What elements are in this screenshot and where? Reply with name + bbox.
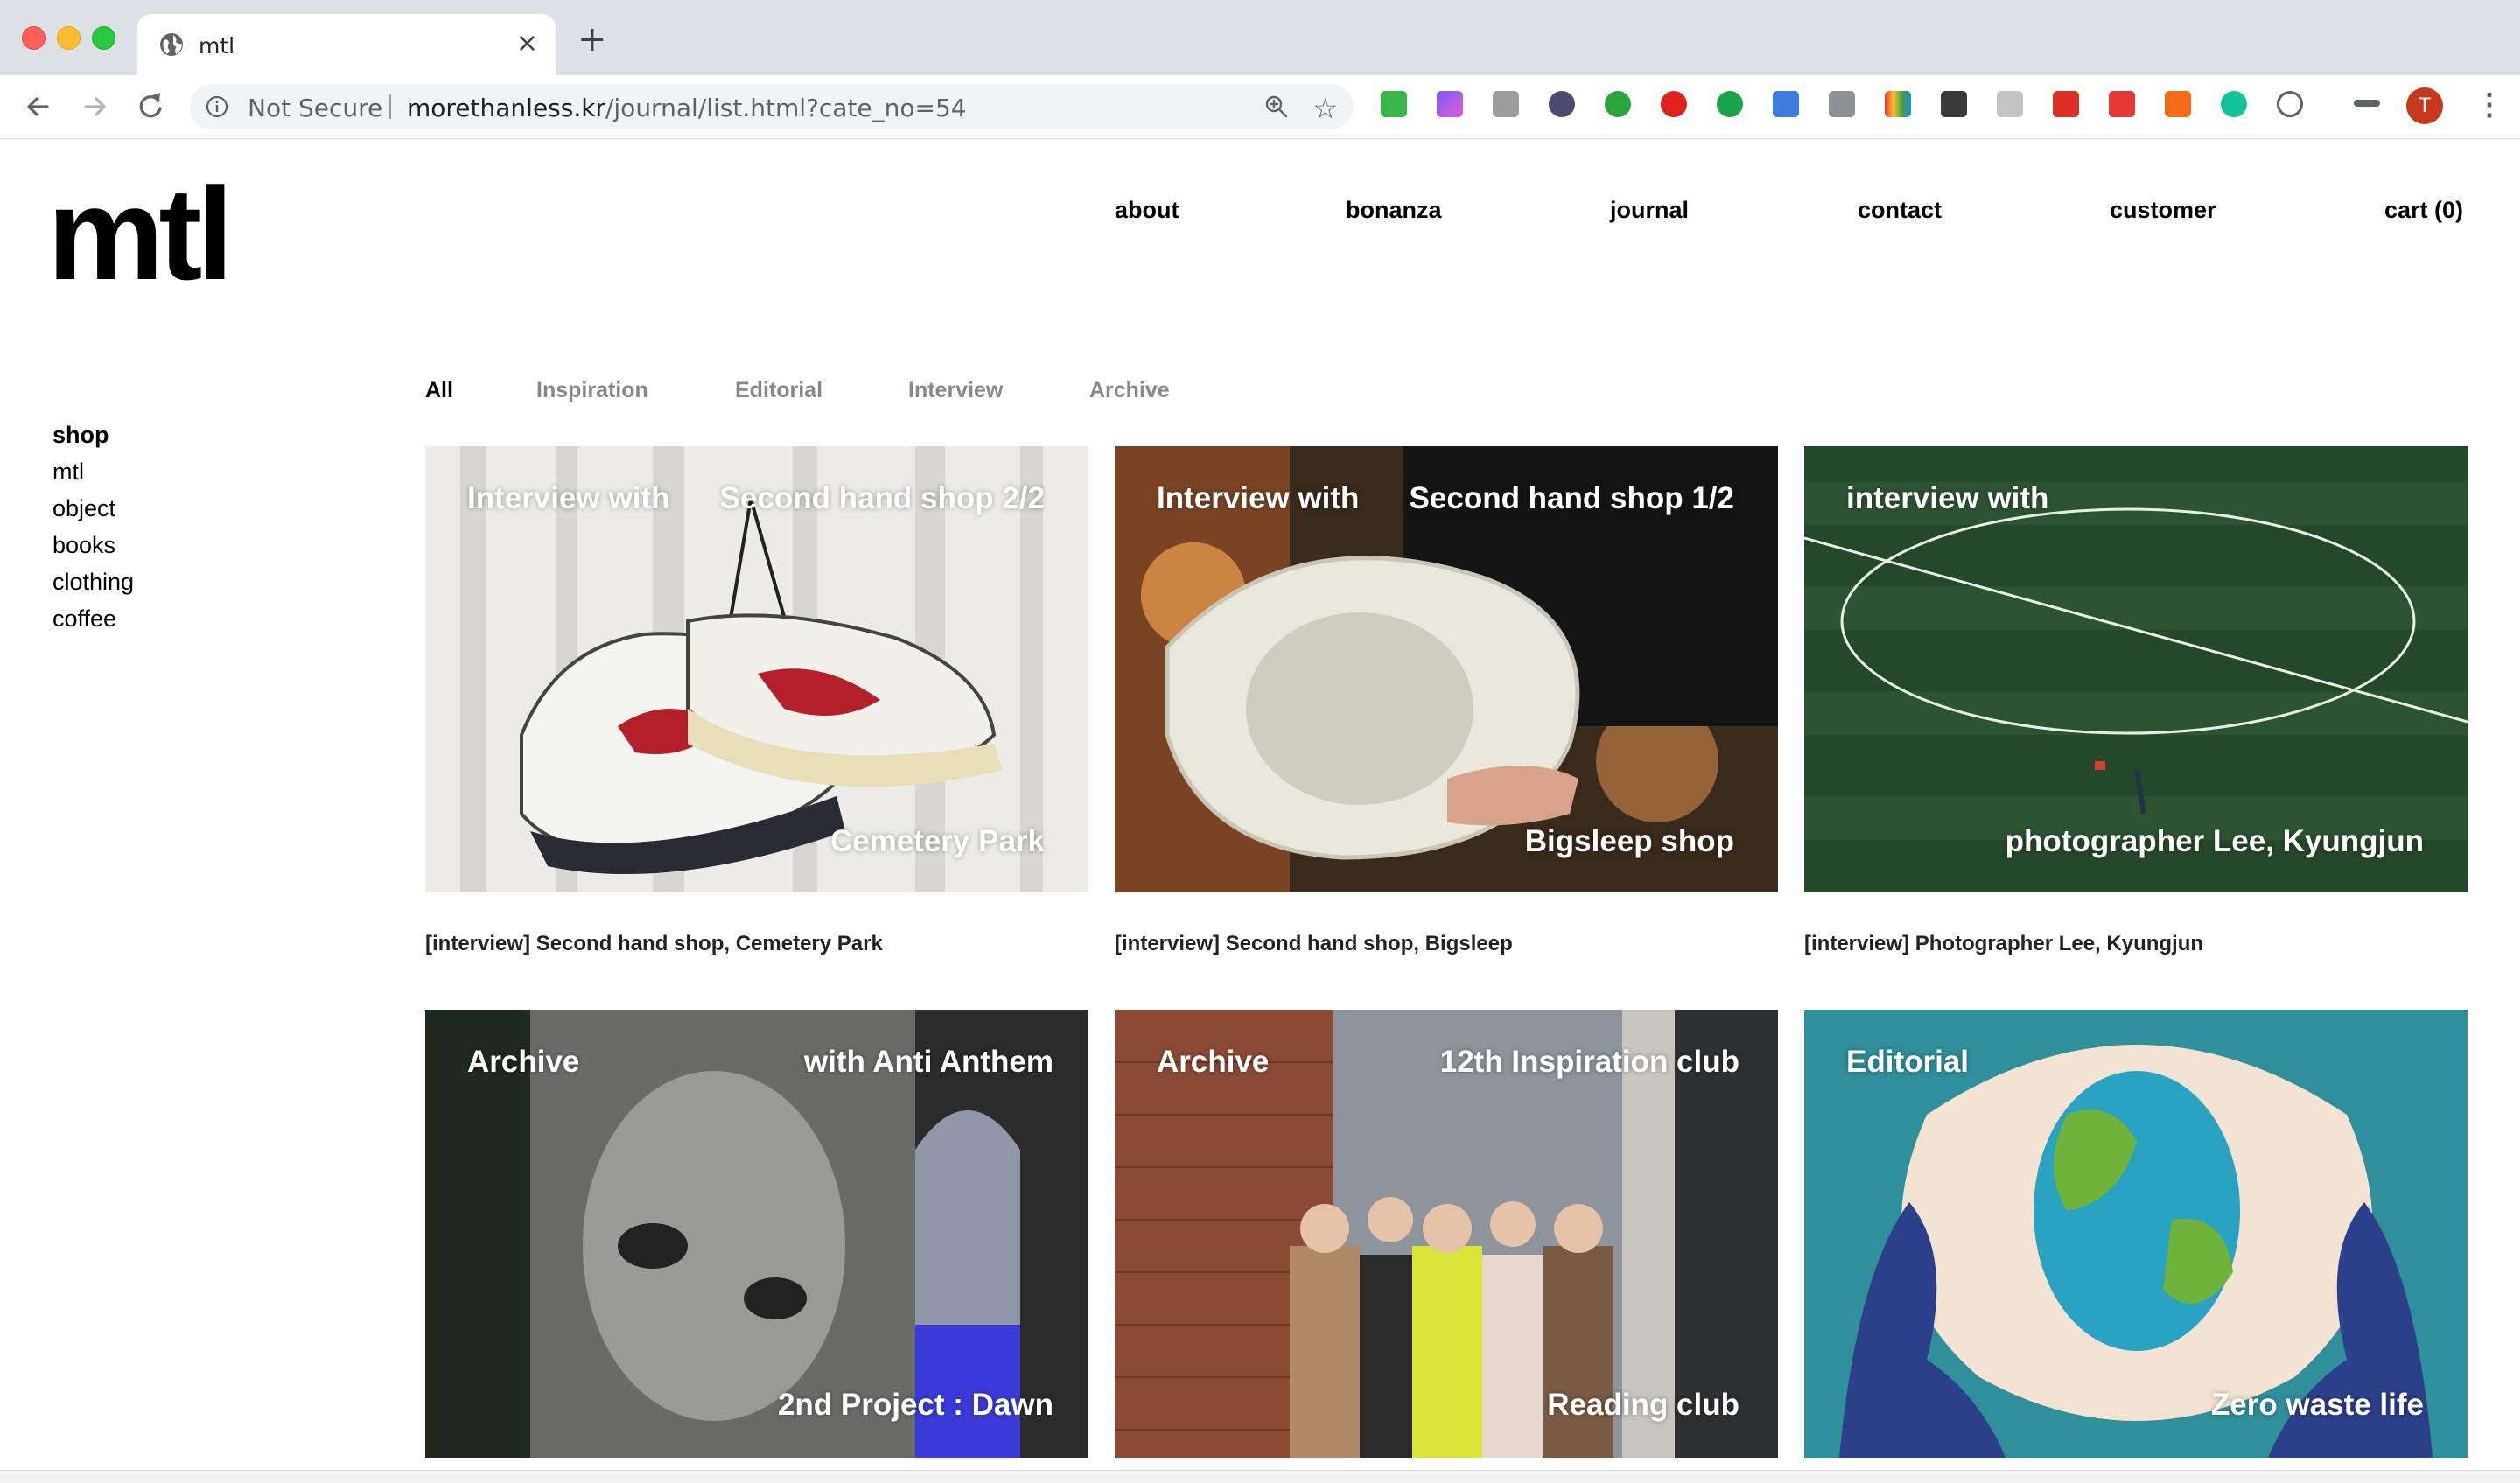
- extension-icon[interactable]: [1941, 91, 1967, 117]
- post-overlay-top-right: with Anti Anthem: [803, 1045, 1054, 1079]
- post-overlay-bottom-right: Zero waste life: [2210, 1388, 2424, 1422]
- post-overlay-top-left: Interview with: [467, 481, 670, 515]
- post-card-zero-waste[interactable]: Editorial Zero waste life: [1804, 1010, 2468, 1458]
- pdf-icon[interactable]: [2109, 91, 2135, 117]
- url-host: morethanless.kr: [407, 94, 606, 122]
- maximize-window-button[interactable]: [92, 26, 116, 50]
- address-bar[interactable]: Not Secure morethanless.kr/journal/list.…: [190, 84, 1354, 129]
- category-editorial[interactable]: Editorial: [735, 378, 822, 403]
- post-overlay-top-right: 12th Inspiration club: [1439, 1045, 1740, 1079]
- post-caption[interactable]: [interview] Second hand shop, Cemetery P…: [425, 932, 883, 956]
- sidebar-item-books[interactable]: books: [52, 527, 134, 563]
- post-overlay-bottom-right: 2nd Project : Dawn: [777, 1388, 1054, 1422]
- post-overlay-bottom-right: Bigsleep shop: [1524, 824, 1734, 858]
- sidebar-item-object[interactable]: object: [52, 490, 134, 527]
- post-overlay-top-left: Interview with: [1157, 481, 1360, 515]
- nav-customer[interactable]: customer: [2110, 197, 2216, 224]
- comment-icon[interactable]: [1829, 91, 1855, 117]
- post-overlay-bottom-right: Reading club: [1547, 1388, 1740, 1422]
- sidebar-item-coffee[interactable]: coffee: [52, 600, 134, 637]
- window-bottom-edge: [0, 1470, 2520, 1483]
- media-controls-icon[interactable]: [2354, 100, 2380, 107]
- forward-arrow-icon[interactable]: [75, 87, 114, 126]
- chat-bubble-icon[interactable]: [1717, 91, 1743, 117]
- sidebar-item-mtl[interactable]: mtl: [52, 453, 134, 490]
- category-all[interactable]: All: [425, 378, 453, 403]
- omnibox-divider: [389, 94, 391, 119]
- globe-icon: [160, 33, 183, 56]
- nav-bonanza[interactable]: bonanza: [1346, 197, 1442, 224]
- nav-contact[interactable]: contact: [1858, 197, 1942, 224]
- url-path: /journal/list.html?cate_no=54: [605, 94, 967, 122]
- url-text[interactable]: morethanless.kr/journal/list.html?cate_n…: [407, 94, 967, 122]
- grammarly-icon[interactable]: [2221, 91, 2247, 117]
- extension-icon[interactable]: [2277, 91, 2303, 117]
- sidebar-heading[interactable]: shop: [52, 416, 134, 453]
- post-card-cemetery-park[interactable]: Interview with Second hand shop 2/2 Ceme…: [425, 446, 1088, 892]
- extension-icon[interactable]: [2165, 91, 2191, 117]
- post-overlay-top-left: Archive: [467, 1045, 580, 1079]
- extension-icon[interactable]: [1381, 91, 1407, 117]
- browser-toolbar: Not Secure morethanless.kr/journal/list.…: [0, 75, 2520, 139]
- extension-icon[interactable]: [1605, 91, 1631, 117]
- post-overlay-top-left: Archive: [1157, 1045, 1270, 1079]
- bookmark-star-icon[interactable]: ☆: [1312, 92, 1338, 125]
- post-card-reading-club[interactable]: Archive 12th Inspiration club Reading cl…: [1115, 1010, 1778, 1458]
- sidebar-item-clothing[interactable]: clothing: [52, 563, 134, 600]
- tab-close-icon[interactable]: ×: [516, 28, 538, 59]
- info-icon[interactable]: [206, 95, 228, 118]
- zoom-icon[interactable]: [1264, 94, 1289, 119]
- post-card-anti-anthem[interactable]: Archive with Anti Anthem 2nd Project : D…: [425, 1010, 1088, 1458]
- post-card-photographer[interactable]: interview with photographer Lee, Kyungju…: [1804, 446, 2468, 892]
- tab-title: mtl: [199, 33, 235, 59]
- new-tab-button[interactable]: +: [578, 19, 607, 59]
- minimize-window-button[interactable]: [57, 26, 80, 50]
- shop-sidebar: shop mtl object books clothing coffee: [52, 416, 134, 637]
- eyedropper-icon[interactable]: [1549, 91, 1575, 117]
- nav-journal[interactable]: journal: [1610, 197, 1689, 224]
- back-arrow-icon[interactable]: [19, 87, 58, 126]
- post-card-bigsleep[interactable]: Interview with Second hand shop 1/2 Bigs…: [1115, 446, 1778, 892]
- post-overlay-top-left: Editorial: [1846, 1045, 1970, 1079]
- site-logo[interactable]: mtl: [47, 168, 234, 299]
- nav-about[interactable]: about: [1115, 197, 1180, 224]
- post-overlay-bottom-right: photographer Lee, Kyungjun: [2005, 824, 2424, 858]
- browser-titlebar: mtl × +: [0, 0, 2520, 75]
- post-overlay-bottom-right: Cemetery Park: [830, 824, 1045, 858]
- close-window-button[interactable]: [22, 26, 46, 50]
- post-overlay-top-right: Second hand shop 2/2: [719, 481, 1045, 515]
- extension-icon[interactable]: [1437, 91, 1463, 117]
- extension-icon[interactable]: [1997, 91, 2023, 117]
- extension-icon[interactable]: [1493, 91, 1519, 117]
- post-caption[interactable]: [interview] Second hand shop, Bigsleep: [1115, 932, 1513, 956]
- adblock-icon[interactable]: [1661, 91, 1687, 117]
- profile-avatar[interactable]: T: [2406, 87, 2443, 124]
- category-archive[interactable]: Archive: [1089, 378, 1170, 403]
- category-interview[interactable]: Interview: [908, 378, 1003, 403]
- category-inspiration[interactable]: Inspiration: [536, 378, 648, 403]
- post-overlay-top-right: Second hand shop 1/2: [1409, 481, 1734, 515]
- browser-menu-icon[interactable]: ⋮: [2474, 87, 2504, 122]
- camera-icon[interactable]: [1773, 91, 1799, 117]
- extension-icon[interactable]: [2053, 91, 2079, 117]
- reload-icon[interactable]: [131, 87, 170, 126]
- rainbow-icon[interactable]: [1885, 91, 1911, 117]
- browser-tab[interactable]: mtl ×: [137, 14, 556, 75]
- main-nav: about bonanza journal contact customer c…: [0, 197, 2520, 232]
- post-overlay-top-left: interview with: [1846, 481, 2049, 515]
- post-caption[interactable]: [interview] Photographer Lee, Kyungjun: [1804, 932, 2203, 956]
- security-label[interactable]: Not Secure: [248, 94, 382, 122]
- nav-cart[interactable]: cart (0): [2384, 197, 2463, 224]
